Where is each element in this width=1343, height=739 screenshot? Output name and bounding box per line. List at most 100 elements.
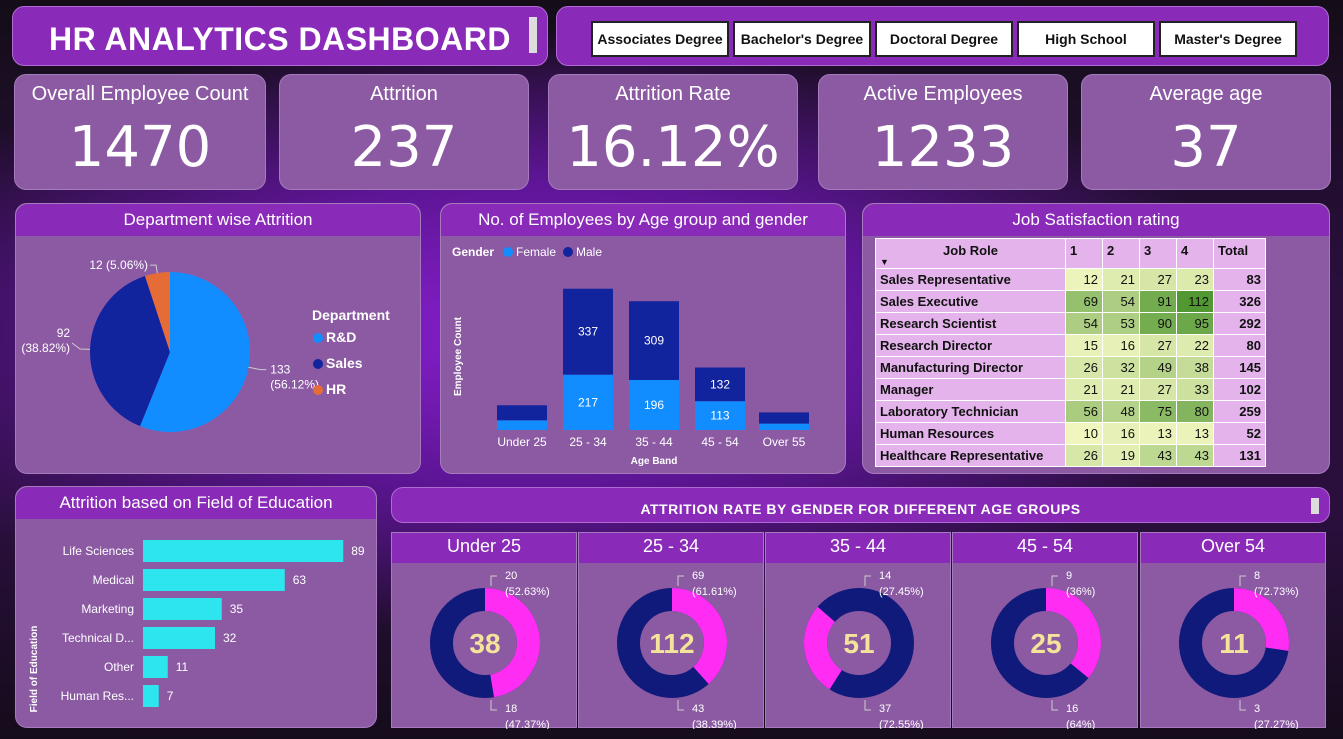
panel-title: Job Satisfaction rating [863, 204, 1329, 236]
table-row[interactable]: Manufacturing Director 26 32 49 38 145 [875, 356, 1266, 379]
donut-panel: 35 - 44 51 14 (27.45%) 37 (72.55%) [765, 532, 951, 729]
leader-line [677, 700, 684, 711]
rating-cell: 23 [1176, 268, 1214, 291]
total-cell: 292 [1213, 312, 1266, 335]
legend-item[interactable]: Sales [326, 355, 363, 371]
x-tick-label: Over 55 [763, 435, 806, 449]
rating-cell: 69 [1065, 290, 1103, 313]
leader-line [677, 575, 684, 586]
slicer-high-school[interactable]: High School [1017, 21, 1155, 57]
data-label: 7 [167, 689, 174, 703]
donut-total: 112 [649, 628, 694, 659]
rating-cell: 13 [1139, 422, 1177, 445]
bar[interactable] [143, 598, 222, 620]
bar[interactable] [143, 656, 168, 678]
leader-line [490, 700, 497, 711]
job-role-cell: Research Scientist [875, 312, 1066, 335]
y-tick-label: Medical [93, 573, 134, 587]
kpi-value: 1233 [871, 115, 1015, 180]
donut-chart: 38 20 (52.63%) 18 (47.37%) [430, 570, 550, 729]
panel-title: Department wise Attrition [16, 204, 420, 236]
scroll-handle[interactable] [529, 17, 537, 53]
table-row[interactable]: Research Scientist 54 53 90 95 292 [875, 312, 1266, 335]
data-label: 43 [692, 703, 704, 715]
data-label: 63 [293, 573, 307, 587]
rating-cell: 16 [1102, 422, 1140, 445]
legend-marker [313, 359, 323, 369]
leader-line [864, 700, 871, 711]
rating-cell: 95 [1176, 312, 1214, 335]
legend-item[interactable]: R&D [326, 329, 356, 345]
donut-chart: 51 14 (27.45%) 37 (72.55%) [804, 570, 924, 729]
data-label: 11 [176, 660, 189, 674]
page-title: HR ANALYTICS DASHBOARD [49, 21, 511, 57]
kpi-value: 237 [350, 115, 458, 180]
slicer-associates-degree[interactable]: Associates Degree [591, 21, 729, 57]
rating-cell: 12 [1065, 268, 1103, 291]
scroll-handle[interactable] [1311, 498, 1319, 514]
bar-male[interactable] [759, 412, 809, 424]
bar[interactable] [143, 569, 285, 591]
rating-cell: 21 [1102, 378, 1140, 401]
leader-line [150, 264, 158, 274]
kpi-value: 16.12% [566, 115, 780, 180]
slicer-masters-degree[interactable]: Master's Degree [1159, 21, 1297, 57]
job-role-cell: Manager [875, 378, 1066, 401]
column-header-2[interactable]: 2 [1102, 238, 1140, 269]
table-row[interactable]: Manager 21 21 27 33 102 [875, 378, 1266, 401]
data-label: (72.73%) [1254, 586, 1299, 598]
department-pie-chart: 133(56.12%) 92(38.82%) 12 (5.06%) Departmen… [21, 258, 390, 432]
job-role-cell: Laboratory Technician [875, 400, 1066, 423]
total-cell: 102 [1213, 378, 1266, 401]
legend-item[interactable]: HR [326, 381, 346, 397]
data-label: (64%) [1066, 719, 1095, 729]
data-label: 217 [578, 395, 598, 409]
table-row[interactable]: Sales Executive 69 54 91 112 326 [875, 290, 1266, 313]
data-label: 35 [230, 602, 244, 616]
data-label: (36%) [1066, 586, 1095, 598]
panel-title: No. of Employees by Age group and gender [441, 204, 845, 236]
age-gender-chart: Gender Female Male Employee Count Under 25 21… [452, 245, 809, 467]
table-row[interactable]: Human Resources 10 16 13 13 52 [875, 422, 1266, 445]
rating-cell: 21 [1065, 378, 1103, 401]
bar-female[interactable] [497, 420, 547, 430]
y-tick-label: Technical D... [62, 631, 134, 645]
leader-line [1051, 575, 1058, 586]
data-label: 89 [351, 544, 365, 558]
donut-chart: 112 69 (61.61%) 43 (38.39%) [617, 570, 737, 729]
donut-total: 25 [1030, 628, 1061, 659]
bar-male[interactable] [497, 405, 547, 421]
column-header-job-role[interactable]: Job Role ▼ [875, 238, 1066, 269]
x-tick-label: 35 - 44 [635, 435, 673, 449]
section-title: ATTRITION RATE BY GENDER FOR DIFFERENT A… [640, 501, 1081, 517]
table-row[interactable]: Healthcare Representative 26 19 43 43 131 [875, 444, 1266, 467]
rating-cell: 54 [1065, 312, 1103, 335]
rating-cell: 26 [1065, 444, 1103, 467]
data-label: 18 [505, 703, 517, 715]
donut-title: 25 - 34 [579, 533, 763, 563]
table-row[interactable]: Laboratory Technician 56 48 75 80 259 [875, 400, 1266, 423]
column-header-total[interactable]: Total [1213, 238, 1266, 269]
column-header-1[interactable]: 1 [1065, 238, 1103, 269]
legend-item[interactable]: Male [576, 245, 602, 259]
job-role-cell: Research Director [875, 334, 1066, 357]
bar[interactable] [143, 540, 344, 562]
bar[interactable] [143, 627, 215, 649]
data-label: (38.82%) [21, 341, 70, 355]
data-label: 309 [644, 334, 664, 348]
column-header-3[interactable]: 3 [1139, 238, 1177, 269]
slicer-doctoral-degree[interactable]: Doctoral Degree [875, 21, 1013, 57]
column-header-4[interactable]: 4 [1176, 238, 1214, 269]
data-label: (72.55%) [879, 719, 924, 729]
legend-item[interactable]: Female [516, 245, 556, 259]
leader-line [71, 342, 91, 350]
rating-cell: 22 [1176, 334, 1214, 357]
bar-female[interactable] [759, 423, 809, 430]
table-row[interactable]: Sales Representative 12 21 27 23 83 [875, 268, 1266, 291]
data-label: 37 [879, 703, 891, 715]
legend-marker [563, 247, 573, 257]
donut-panel: Under 25 38 20 (52.63%) 18 (47.37%) [391, 532, 577, 729]
bar[interactable] [143, 685, 159, 707]
table-row[interactable]: Research Director 15 16 27 22 80 [875, 334, 1266, 357]
slicer-bachelors-degree[interactable]: Bachelor's Degree [733, 21, 871, 57]
